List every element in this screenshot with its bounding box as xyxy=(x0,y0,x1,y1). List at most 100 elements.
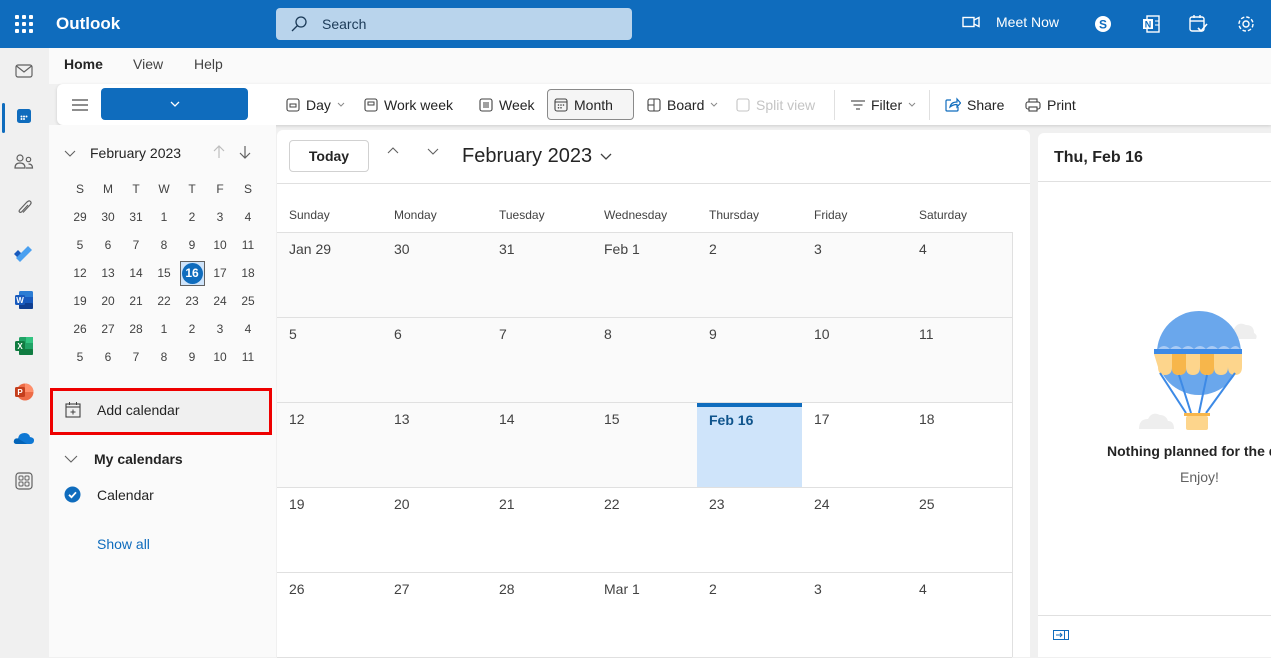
mini-day[interactable]: 20 xyxy=(94,287,122,315)
rail-onedrive[interactable] xyxy=(12,426,36,450)
day-cell[interactable]: 15 xyxy=(592,403,697,487)
mini-day[interactable]: 4 xyxy=(234,315,262,343)
mini-day[interactable]: 9 xyxy=(178,231,206,259)
mini-day[interactable]: 28 xyxy=(122,315,150,343)
arrow-down-icon[interactable] xyxy=(238,145,252,159)
rail-mail[interactable] xyxy=(12,59,36,83)
day-cell[interactable]: 17 xyxy=(802,403,907,487)
grid-scrollbar-track[interactable] xyxy=(1012,232,1013,657)
mini-day[interactable]: 3 xyxy=(206,315,234,343)
settings-icon[interactable] xyxy=(1235,13,1257,35)
next-month-icon[interactable] xyxy=(427,148,439,156)
day-cell[interactable]: 10 xyxy=(802,318,907,402)
day-cell[interactable]: 24 xyxy=(802,488,907,572)
search-input[interactable]: Search xyxy=(276,8,632,40)
mini-day[interactable]: 15 xyxy=(150,259,178,287)
mini-day[interactable]: 17 xyxy=(206,259,234,287)
tab-help[interactable]: Help xyxy=(194,56,223,72)
day-cell[interactable]: 5 xyxy=(277,318,382,402)
rail-more-apps[interactable] xyxy=(12,469,36,493)
mini-day[interactable]: 24 xyxy=(206,287,234,315)
mini-day[interactable]: 2 xyxy=(178,315,206,343)
day-cell[interactable]: 19 xyxy=(277,488,382,572)
my-day-icon[interactable] xyxy=(1187,13,1209,35)
mini-day[interactable]: 4 xyxy=(234,203,262,231)
mini-day[interactable]: 31 xyxy=(122,203,150,231)
collapse-chevron-icon[interactable] xyxy=(64,150,76,157)
mini-day[interactable]: 1 xyxy=(150,203,178,231)
mini-day[interactable]: 7 xyxy=(122,343,150,371)
mini-day[interactable]: 29 xyxy=(66,203,94,231)
day-cell[interactable]: 28 xyxy=(487,573,592,657)
day-cell[interactable]: 8 xyxy=(592,318,697,402)
mini-calendar-title[interactable]: February 2023 xyxy=(90,145,181,161)
mini-day[interactable]: 18 xyxy=(234,259,262,287)
mini-day[interactable]: 3 xyxy=(206,203,234,231)
waffle-icon[interactable] xyxy=(15,15,33,33)
mini-day[interactable]: 5 xyxy=(66,343,94,371)
day-cell[interactable]: 7 xyxy=(487,318,592,402)
day-cell[interactable]: 22 xyxy=(592,488,697,572)
mini-day[interactable]: 11 xyxy=(234,231,262,259)
day-cell[interactable]: 13 xyxy=(382,403,487,487)
day-cell[interactable]: 2 xyxy=(697,233,802,317)
mini-day[interactable]: 25 xyxy=(234,287,262,315)
day-cell[interactable]: 4 xyxy=(907,233,1012,317)
day-cell[interactable]: 3 xyxy=(802,573,907,657)
mini-day[interactable]: 1 xyxy=(150,315,178,343)
mini-day[interactable]: 22 xyxy=(150,287,178,315)
mini-day[interactable]: 6 xyxy=(94,343,122,371)
rail-todo[interactable] xyxy=(12,242,36,266)
rail-people[interactable] xyxy=(12,150,36,174)
day-cell[interactable]: 20 xyxy=(382,488,487,572)
skype-icon[interactable]: S xyxy=(1092,13,1114,35)
mini-day[interactable]: 5 xyxy=(66,231,94,259)
day-cell[interactable]: 6 xyxy=(382,318,487,402)
day-view-button[interactable]: Day xyxy=(280,89,351,120)
tab-view[interactable]: View xyxy=(133,56,163,72)
day-cell[interactable]: 2 xyxy=(697,573,802,657)
calendar-list-item[interactable]: Calendar xyxy=(64,486,154,503)
mini-day[interactable]: 8 xyxy=(150,343,178,371)
mini-day[interactable]: 21 xyxy=(122,287,150,315)
mini-day[interactable]: 23 xyxy=(178,287,206,315)
day-cell[interactable]: Jan 29 xyxy=(277,233,382,317)
mini-day[interactable]: 7 xyxy=(122,231,150,259)
meet-now-button[interactable]: Meet Now xyxy=(962,14,1059,30)
day-cell[interactable]: 14 xyxy=(487,403,592,487)
day-cell[interactable]: 11 xyxy=(907,318,1012,402)
mini-day[interactable]: 19 xyxy=(66,287,94,315)
day-cell[interactable]: 21 xyxy=(487,488,592,572)
expand-pane-icon[interactable] xyxy=(1053,630,1069,640)
mini-day[interactable]: 27 xyxy=(94,315,122,343)
board-view-button[interactable]: Board xyxy=(641,89,724,120)
rail-excel[interactable]: X xyxy=(12,334,36,358)
new-event-dropdown[interactable] xyxy=(101,101,248,107)
day-cell[interactable]: 18 xyxy=(907,403,1012,487)
onenote-icon[interactable]: N xyxy=(1140,13,1162,35)
mini-day[interactable]: 14 xyxy=(122,259,150,287)
previous-month-icon[interactable] xyxy=(387,146,399,154)
toggle-left-pane-button[interactable] xyxy=(66,89,94,120)
day-cell-selected[interactable]: Feb 16 xyxy=(697,403,802,487)
rail-calendar[interactable] xyxy=(12,104,36,128)
day-cell[interactable]: 12 xyxy=(277,403,382,487)
mini-day[interactable]: 6 xyxy=(94,231,122,259)
month-title-picker[interactable]: February 2023 xyxy=(462,145,612,168)
mini-day[interactable]: 11 xyxy=(234,343,262,371)
day-cell[interactable]: 30 xyxy=(382,233,487,317)
day-cell[interactable]: 25 xyxy=(907,488,1012,572)
split-view-button[interactable]: Split view xyxy=(730,89,821,120)
mini-day[interactable]: 2 xyxy=(178,203,206,231)
filter-button[interactable]: Filter xyxy=(845,89,922,120)
week-view-button[interactable]: Week xyxy=(473,89,541,120)
mini-day[interactable]: 30 xyxy=(94,203,122,231)
checkmark-circle-icon[interactable] xyxy=(64,486,81,503)
print-button[interactable]: Print xyxy=(1019,89,1082,120)
mini-day[interactable]: 10 xyxy=(206,231,234,259)
my-calendars-group-header[interactable]: My calendars xyxy=(64,451,183,467)
day-cell[interactable]: 3 xyxy=(802,233,907,317)
today-button[interactable]: Today xyxy=(289,140,369,172)
add-calendar-button[interactable]: Add calendar xyxy=(50,388,272,435)
day-cell[interactable]: 27 xyxy=(382,573,487,657)
